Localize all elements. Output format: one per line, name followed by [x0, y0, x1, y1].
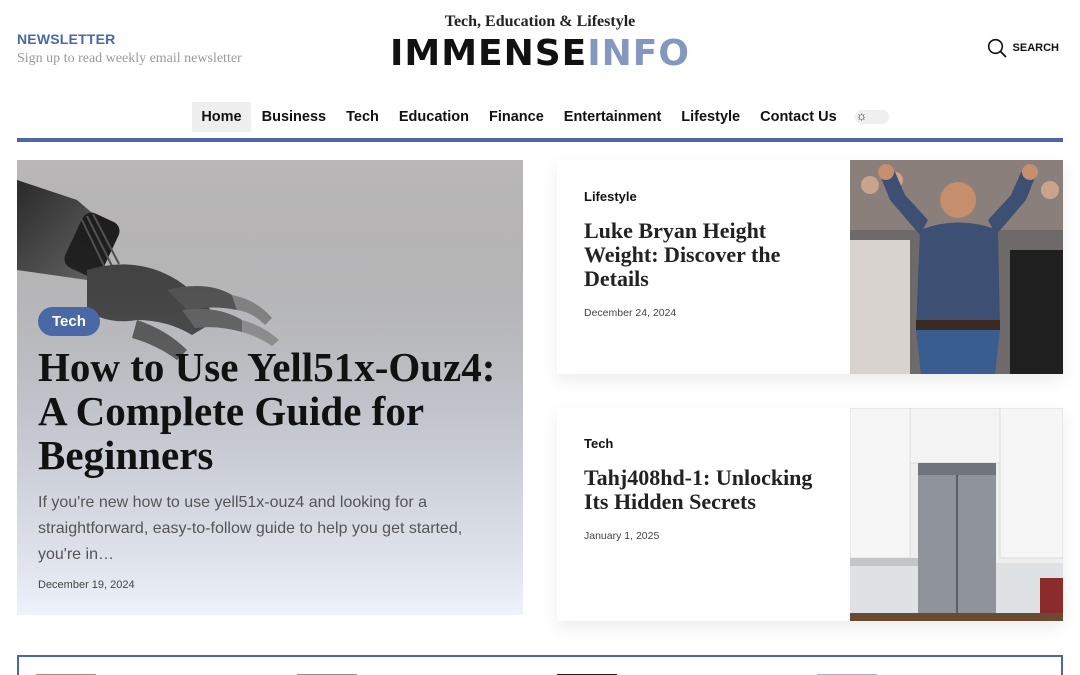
bottom-section: [17, 655, 1063, 675]
card-title[interactable]: Tahj408hd-1: Unlocking Its Hidden Secret…: [584, 466, 834, 514]
nav-divider: [17, 138, 1063, 142]
search-button[interactable]: SEARCH: [987, 38, 1059, 58]
nav-item-contact-us[interactable]: Contact Us: [751, 102, 846, 132]
nav-item-education[interactable]: Education: [390, 102, 478, 132]
theme-toggle[interactable]: ☼: [854, 108, 889, 124]
card-title[interactable]: Luke Bryan Height Weight: Discover the D…: [584, 219, 834, 291]
card-category[interactable]: Lifestyle: [584, 189, 637, 204]
nav-item-finance[interactable]: Finance: [480, 102, 553, 132]
hero-article[interactable]: Tech How to Use Yell51x-Ouz4: A Complete…: [17, 160, 523, 615]
card-thumbnail-image[interactable]: [850, 160, 1063, 374]
hero-title[interactable]: How to Use Yell51x-Ouz4: A Complete Guid…: [38, 345, 508, 477]
main-nav: Home Business Tech Education Finance Ent…: [0, 102, 1080, 132]
logo-part-info: INFO: [587, 33, 690, 74]
search-icon: [987, 38, 1006, 58]
site-brand: Tech, Education & Lifestyle IMMENSEINFO: [0, 13, 1080, 73]
hero-category-badge[interactable]: Tech: [38, 307, 100, 336]
nav-item-business[interactable]: Business: [253, 102, 335, 132]
article-card[interactable]: Lifestyle Luke Bryan Height Weight: Disc…: [557, 160, 1063, 374]
hero-date: December 19, 2024: [38, 579, 135, 591]
logo-part-immense: IMMENSE: [389, 33, 588, 74]
nav-item-home[interactable]: Home: [192, 102, 251, 132]
site-tagline: Tech, Education & Lifestyle: [444, 13, 636, 30]
card-date: December 24, 2024: [584, 307, 677, 319]
card-date: January 1, 2025: [584, 530, 660, 542]
sun-icon: ☼: [855, 108, 868, 123]
nav-item-entertainment[interactable]: Entertainment: [555, 102, 671, 132]
search-label: SEARCH: [1012, 42, 1059, 54]
hero-excerpt: If you're new how to use yell51x-ouz4 an…: [38, 494, 463, 563]
nav-item-lifestyle[interactable]: Lifestyle: [672, 102, 749, 132]
card-category[interactable]: Tech: [584, 436, 613, 451]
site-logo[interactable]: IMMENSEINFO: [0, 35, 1080, 73]
nav-item-tech[interactable]: Tech: [337, 102, 388, 132]
card-thumbnail-image[interactable]: [850, 408, 1063, 621]
article-card[interactable]: Tech Tahj408hd-1: Unlocking Its Hidden S…: [557, 408, 1063, 621]
